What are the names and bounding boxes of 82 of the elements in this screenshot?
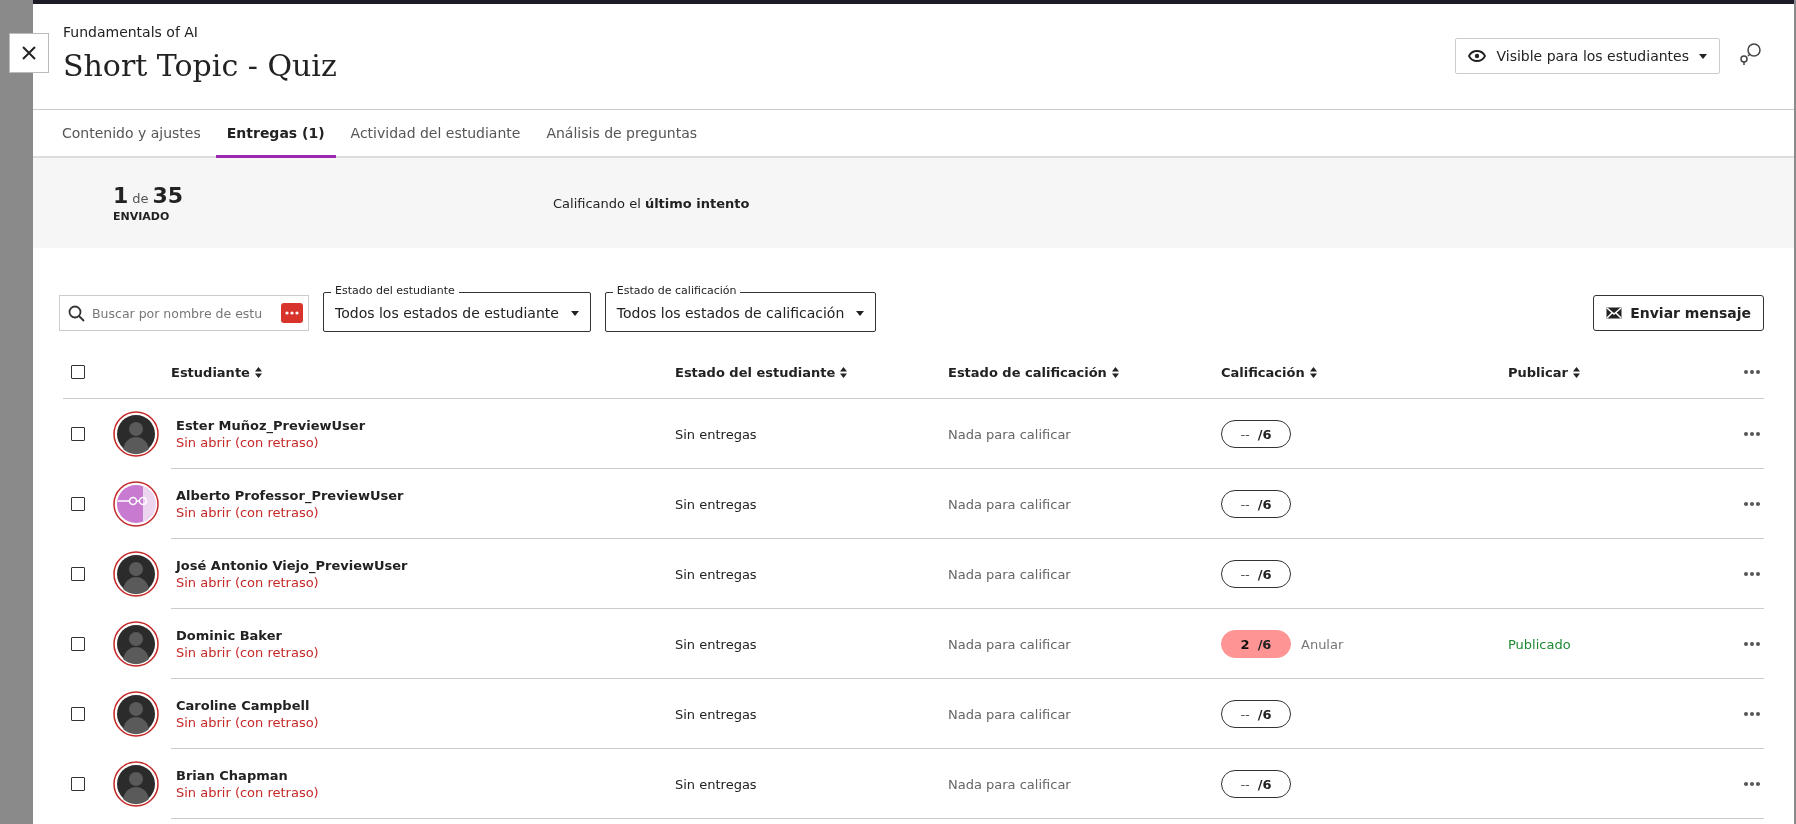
avatar-silhouette-icon <box>113 551 159 597</box>
tab[interactable]: Contenido y ajustes <box>51 110 212 158</box>
submitted-label: ENVIADO <box>113 210 171 223</box>
avatar-silhouette-icon <box>113 691 159 737</box>
submitted-count: 1 <box>113 183 129 208</box>
count-separator: de <box>132 191 149 206</box>
column-header[interactable]: Estudiante <box>171 364 262 380</box>
student-name[interactable]: Ester Muñoz_PreviewUser <box>176 418 366 433</box>
column-header[interactable]: Publicar <box>1508 364 1580 380</box>
row-checkbox[interactable] <box>71 777 85 791</box>
grading-state-text: Nada para calificar <box>948 426 1071 442</box>
sort-icon <box>1572 366 1580 378</box>
grading-attempt-text: Calificando el último intento <box>553 195 750 211</box>
caret-icon <box>856 310 865 316</box>
student-name[interactable]: Brian Chapman <box>176 768 288 783</box>
row-checkbox[interactable] <box>71 637 85 651</box>
visibility-dropdown[interactable]: Visible para los estudiantes <box>1455 38 1720 74</box>
student-status: Sin abrir (con retraso) <box>176 575 319 590</box>
grading-state-text: Nada para calificar <box>948 776 1071 792</box>
override-link[interactable]: Anular <box>1301 636 1344 652</box>
student-state-text: Sin entregas <box>675 636 757 652</box>
send-message-button[interactable]: Enviar mensaje <box>1593 295 1764 331</box>
avatar-silhouette-icon <box>113 621 159 667</box>
filter-dropdown[interactable]: Estado del estudiante Todos los estados de estudiante <box>323 284 591 332</box>
more-options-icon[interactable] <box>1744 572 1760 576</box>
select-all-checkbox[interactable] <box>71 365 85 379</box>
row-checkbox[interactable] <box>71 497 85 511</box>
more-options-icon[interactable] <box>1744 712 1760 716</box>
close-icon <box>21 45 37 61</box>
student-state-text: Sin entregas <box>675 426 757 442</box>
sort-icon <box>1309 366 1317 378</box>
avatar-silhouette-icon <box>113 761 159 807</box>
grading-state-text: Nada para calificar <box>948 566 1071 582</box>
more-options-icon[interactable] <box>1744 370 1760 374</box>
magnifier-icon[interactable] <box>1738 40 1764 66</box>
avatar-silhouette-icon <box>113 411 159 457</box>
student-status: Sin abrir (con retraso) <box>176 505 319 520</box>
eye-icon <box>1468 50 1487 62</box>
column-header[interactable]: Estado del estudiante <box>675 364 848 380</box>
avatar-illustration-icon <box>113 481 159 527</box>
student-status: Sin abrir (con retraso) <box>176 435 319 450</box>
more-options-icon[interactable] <box>1744 502 1760 506</box>
grading-state-text: Nada para calificar <box>948 706 1071 722</box>
student-state-text: Sin entregas <box>675 706 757 722</box>
row-checkbox[interactable] <box>71 427 85 441</box>
total-count: 35 <box>152 183 184 208</box>
student-state-text: Sin entregas <box>675 776 757 792</box>
sort-icon <box>1111 366 1119 378</box>
student-status: Sin abrir (con retraso) <box>176 785 319 800</box>
column-header[interactable]: Calificación <box>1221 364 1317 380</box>
student-name[interactable]: Alberto Professor_PreviewUser <box>176 488 404 503</box>
more-options-icon[interactable] <box>1744 432 1760 436</box>
caret-icon <box>570 310 579 316</box>
password-manager-icon[interactable] <box>281 303 303 323</box>
search-field[interactable]: Buscar por nombre de estu <box>59 295 309 331</box>
caret-icon <box>1699 53 1707 59</box>
row-checkbox[interactable] <box>71 567 85 581</box>
student-name[interactable]: José Antonio Viejo_PreviewUser <box>176 558 408 573</box>
column-header[interactable]: Estado de calificación <box>948 364 1119 380</box>
more-options-icon[interactable] <box>1744 642 1760 646</box>
student-state-text: Sin entregas <box>675 496 757 512</box>
filter-dropdown[interactable]: Estado de calificación Todos los estados de calificación <box>604 284 877 332</box>
tab[interactable]: Actividad del estudiante <box>339 110 532 158</box>
student-status: Sin abrir (con retraso) <box>176 715 319 730</box>
student-state-text: Sin entregas <box>675 566 757 582</box>
published-status: Publicado <box>1508 636 1571 652</box>
more-options-icon[interactable] <box>1744 782 1760 786</box>
student-name[interactable]: Dominic Baker <box>176 628 282 643</box>
student-name[interactable]: Caroline Campbell <box>176 698 310 713</box>
row-checkbox[interactable] <box>71 707 85 721</box>
student-status: Sin abrir (con retraso) <box>176 645 319 660</box>
envelope-icon <box>1606 307 1623 319</box>
close-button[interactable] <box>9 33 49 73</box>
grading-state-text: Nada para calificar <box>948 496 1071 512</box>
sort-icon <box>254 366 262 378</box>
search-icon <box>68 305 85 322</box>
page-title: Short Topic - Quiz <box>63 48 338 83</box>
sort-icon <box>840 366 848 378</box>
grading-state-text: Nada para calificar <box>948 636 1071 652</box>
grade-pill[interactable]: 2 /6 <box>1221 630 1291 658</box>
tab[interactable]: Análisis de preguntas <box>535 110 709 158</box>
course-name: Fundamentals of AI <box>63 24 199 40</box>
